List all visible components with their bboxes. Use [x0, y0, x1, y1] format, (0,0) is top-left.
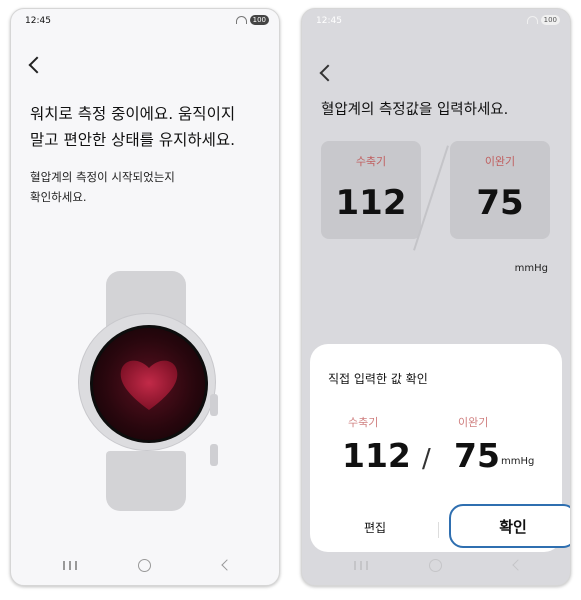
watch-button-bottom [210, 444, 218, 466]
status-bar: 12:45 100 [25, 15, 269, 29]
edit-button[interactable]: 편집 [364, 519, 386, 536]
recents-icon[interactable] [354, 561, 368, 570]
heart-icon [120, 360, 178, 410]
status-bar: 12:45 100 [316, 15, 560, 29]
status-icons: 100 [235, 15, 269, 25]
nav-back-icon[interactable] [512, 559, 524, 571]
diastolic-value: 75 [476, 183, 524, 223]
button-divider [438, 522, 439, 538]
navigation-bar [11, 557, 279, 575]
sheet-title: 직접 입력한 값 확인 [328, 372, 428, 386]
diastolic-label: 이완기 [484, 155, 516, 168]
unit-label: mmHg [514, 263, 548, 274]
status-time: 12:45 [316, 16, 342, 26]
watch-face [90, 325, 208, 443]
confirm-bottom-sheet: 직접 입력한 값 확인 수축기 이완기 112 / 75 mmHg 편집 확인 [310, 344, 570, 552]
instruction-line-1: 혈압계의 측정이 시작되었는지 [30, 170, 175, 184]
sheet-separator: / [422, 444, 431, 474]
status-icons: 100 [526, 15, 560, 25]
heading-line-2: 말고 편안한 상태를 유지하세요. [30, 131, 236, 149]
sheet-unit-label: mmHg [501, 456, 535, 467]
battery-icon: 100 [249, 15, 269, 25]
page-heading: 워치로 측정 중이에요. 움직이지 말고 편안한 상태를 유지하세요. [30, 101, 235, 153]
nav-back-icon[interactable] [221, 559, 233, 571]
systolic-label: 수축기 [355, 155, 387, 168]
page-heading: 혈압계의 측정값을 입력하세요. [321, 102, 509, 118]
smartwatch-illustration [73, 271, 219, 511]
home-icon[interactable] [138, 559, 151, 572]
wifi-icon [526, 16, 538, 24]
diastolic-card[interactable]: 이완기 75 [450, 141, 550, 239]
home-icon[interactable] [429, 559, 442, 572]
instruction-line-2: 확인하세요. [30, 190, 87, 204]
sheet-systolic-value: 112 [342, 436, 411, 475]
heading-line-1: 워치로 측정 중이에요. 움직이지 [30, 105, 236, 123]
sheet-systolic-label: 수축기 [348, 416, 379, 429]
back-chevron-icon[interactable] [28, 56, 46, 74]
status-time: 12:45 [25, 16, 51, 26]
wifi-icon [235, 16, 247, 24]
instruction-text: 혈압계의 측정이 시작되었는지 확인하세요. [30, 167, 175, 207]
systolic-card[interactable]: 수축기 112 [321, 141, 421, 239]
watch-strap-bottom [106, 451, 186, 511]
battery-icon: 100 [540, 15, 560, 25]
recents-icon[interactable] [63, 561, 77, 570]
sheet-diastolic-label: 이완기 [458, 416, 489, 429]
watch-button-top [210, 394, 218, 416]
systolic-value: 112 [335, 183, 407, 223]
phone-screen-measuring: 12:45 100 워치로 측정 중이에요. 움직이지 말고 편안한 상태를 유… [10, 8, 280, 586]
phone-screen-input: 12:45 100 혈압계의 측정값을 입력하세요. 수축기 112 이완기 7… [301, 8, 571, 586]
sheet-diastolic-value: 75 [454, 436, 500, 475]
confirm-button[interactable]: 확인 [449, 504, 570, 548]
navigation-bar [302, 557, 570, 575]
back-chevron-icon[interactable] [319, 64, 337, 82]
